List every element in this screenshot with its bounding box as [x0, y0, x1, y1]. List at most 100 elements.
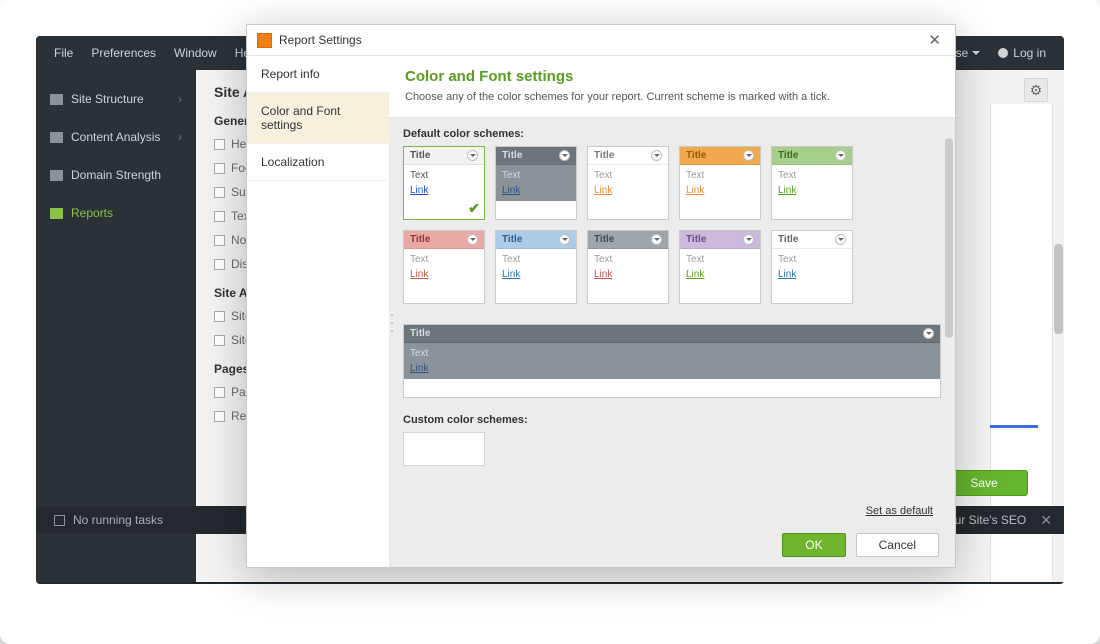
color-scheme-swatch[interactable]: Title TextLink — [771, 230, 853, 304]
page-icon — [214, 259, 225, 270]
swatch-body: TextLink — [772, 165, 852, 201]
color-scheme-grid: Title Text Link ✔ Title Text Link Title Text Link… — [403, 146, 941, 398]
sidebar-item-site-structure[interactable]: Site Structure› — [36, 80, 196, 118]
color-scheme-swatch[interactable]: Title TextLink — [495, 230, 577, 304]
swatch-link-label: Link — [502, 269, 570, 280]
dropdown-icon[interactable] — [559, 234, 570, 245]
color-scheme-swatch[interactable]: TitleTextLink — [679, 146, 761, 220]
menu-window[interactable]: Window — [174, 46, 217, 60]
swatch-titlebar: Title — [496, 231, 576, 249]
swatch-link-label: Link — [410, 363, 934, 374]
color-scheme-swatch[interactable]: Title Text Link — [587, 230, 669, 304]
progress-indicator — [990, 425, 1038, 428]
dropdown-icon[interactable] — [467, 234, 478, 245]
swatch-link-label: Link — [594, 269, 662, 280]
swatch-title-label: Title — [410, 150, 430, 161]
swatch-link-label: Link — [778, 269, 846, 280]
color-scheme-swatch[interactable]: Title TextLink — [495, 146, 577, 220]
dropdown-icon[interactable] — [923, 328, 934, 339]
set-as-default-link[interactable]: Set as default — [866, 505, 933, 517]
color-scheme-swatch[interactable]: TitleTextLink — [679, 230, 761, 304]
swatch-titlebar: Title — [404, 325, 940, 343]
scrollbar-thumb[interactable] — [1054, 244, 1063, 334]
dropdown-icon[interactable] — [559, 150, 570, 161]
swatch-title-label: Title — [686, 234, 706, 245]
app-logo-icon — [257, 33, 272, 48]
color-scheme-swatch[interactable]: Title Text Link — [403, 230, 485, 304]
toast-notification: our Site's SEO✕ — [948, 506, 1052, 534]
custom-scheme-placeholder[interactable] — [403, 432, 485, 466]
swatch-text-label: Text — [410, 254, 478, 265]
swatch-text-label: Text — [686, 170, 754, 181]
ok-button[interactable]: OK — [782, 533, 845, 557]
settings-button[interactable]: ⚙ — [1024, 78, 1048, 102]
swatch-titlebar: Title — [680, 231, 760, 249]
chevron-down-icon — [972, 51, 980, 55]
login-button[interactable]: Log in — [998, 46, 1046, 60]
color-scheme-swatch[interactable]: TitleTextLink — [587, 146, 669, 220]
swatch-titlebar: Title — [404, 231, 484, 249]
swatch-title-label: Title — [502, 150, 522, 161]
menu-preferences[interactable]: Preferences — [91, 46, 156, 60]
swatch-titlebar: Title — [588, 231, 668, 249]
swatch-title-label: Title — [778, 150, 798, 161]
swatch-body: TextLink — [772, 249, 852, 285]
swatch-title-label: Title — [502, 234, 522, 245]
dialog-footer: OK Cancel — [389, 527, 955, 567]
color-scheme-swatch[interactable]: Title Text Link — [403, 324, 941, 398]
schemes-scroll-area[interactable]: Default color schemes: TitleTextLink✔Tit… — [389, 118, 955, 527]
swatch-title-label: Title — [410, 328, 430, 339]
scrollbar-thumb[interactable] — [945, 138, 953, 338]
swatch-body: TextLink — [496, 249, 576, 285]
dropdown-icon[interactable] — [743, 150, 754, 161]
dropdown-icon[interactable] — [835, 234, 846, 245]
color-scheme-swatch[interactable]: TitleTextLink✔ — [403, 146, 485, 220]
sidebar-item-domain-strength[interactable]: Domain Strength — [36, 156, 196, 194]
strength-icon — [50, 170, 63, 181]
tab-report-info[interactable]: Report info — [247, 56, 389, 93]
swatch-title-label: Title — [410, 234, 430, 245]
tab-color-font[interactable]: Color and Font settings — [247, 93, 389, 144]
swatch-text-label: Text — [410, 348, 934, 359]
checkmark-icon: ✔ — [468, 200, 480, 217]
menu-file[interactable]: File — [54, 46, 73, 60]
close-icon[interactable]: ✕ — [1040, 512, 1052, 529]
color-scheme-swatch[interactable]: Title TextLink — [771, 146, 853, 220]
swatch-body: TextLink — [496, 165, 576, 201]
swatch-body: Text Link — [588, 249, 668, 285]
dropdown-icon[interactable] — [651, 150, 662, 161]
cancel-button[interactable]: Cancel — [856, 533, 939, 557]
dropdown-icon[interactable] — [467, 150, 478, 161]
swatch-link-label: Link — [410, 269, 478, 280]
dialog-title: Report Settings — [279, 33, 362, 47]
swatch-text-label: Text — [594, 170, 662, 181]
swatch-title-label: Title — [778, 234, 798, 245]
swatch-text-label: Text — [502, 170, 570, 181]
page-icon — [214, 387, 225, 398]
swatch-body: Text Link — [404, 343, 940, 379]
page-icon — [214, 335, 225, 346]
swatch-text-label: Text — [778, 170, 846, 181]
swatch-text-label: Text — [594, 254, 662, 265]
page-icon — [214, 235, 225, 246]
swatch-titlebar: Title — [772, 231, 852, 249]
close-icon[interactable]: ✕ — [924, 31, 945, 49]
tab-localization[interactable]: Localization — [247, 144, 389, 181]
page-icon — [214, 311, 225, 322]
sidebar-item-content-analysis[interactable]: Content Analysis› — [36, 118, 196, 156]
custom-schemes-label: Custom color schemes: — [403, 414, 941, 426]
swatch-titlebar: Title — [404, 147, 484, 165]
dropdown-icon[interactable] — [743, 234, 754, 245]
swatch-titlebar: Title — [680, 147, 760, 165]
dropdown-icon[interactable] — [651, 234, 662, 245]
avatar-icon — [998, 48, 1008, 58]
sidebar-item-reports[interactable]: Reports — [36, 194, 196, 232]
resize-grip[interactable] — [389, 311, 395, 335]
swatch-title-label: Title — [594, 150, 614, 161]
swatch-title-label: Title — [594, 234, 614, 245]
tasks-icon — [54, 515, 65, 526]
swatch-text-label: Text — [410, 170, 478, 181]
page-icon — [214, 139, 225, 150]
swatch-titlebar: Title — [496, 147, 576, 165]
dropdown-icon[interactable] — [835, 150, 846, 161]
